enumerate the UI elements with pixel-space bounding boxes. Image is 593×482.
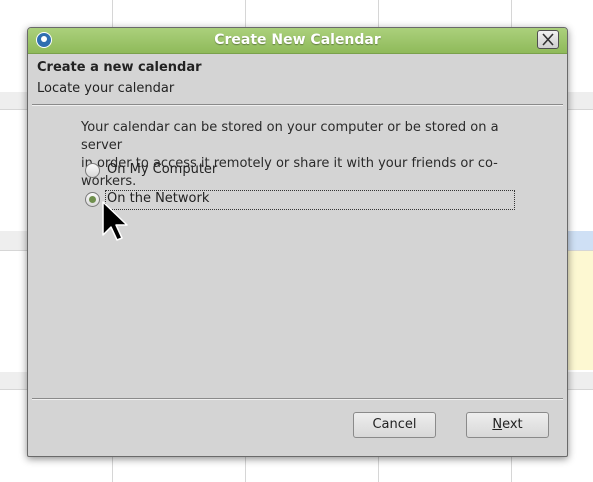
dialog-titlebar[interactable]: Create New Calendar — [28, 28, 567, 54]
radio-button-checked[interactable] — [85, 192, 100, 207]
wizard-page-subtitle: Locate your calendar — [37, 81, 175, 96]
description-text: Your calendar can be stored on your comp… — [81, 119, 521, 191]
dialog-title: Create New Calendar — [214, 32, 381, 48]
wizard-page-title: Create a new calendar — [37, 60, 202, 75]
footer-separator — [32, 398, 563, 400]
cancel-button[interactable]: Cancel — [353, 412, 436, 438]
close-icon — [542, 33, 554, 46]
next-label-rest: ext — [502, 417, 523, 432]
header-separator — [32, 104, 563, 106]
mouse-pointer-icon — [102, 201, 128, 241]
next-button[interactable]: Next — [466, 412, 549, 438]
close-button[interactable] — [537, 30, 559, 49]
description-line: Your calendar can be stored on your comp… — [81, 120, 499, 153]
radio-label[interactable]: On My Computer — [107, 162, 217, 177]
radio-button[interactable] — [85, 163, 100, 178]
next-accesskey: N — [492, 417, 503, 432]
